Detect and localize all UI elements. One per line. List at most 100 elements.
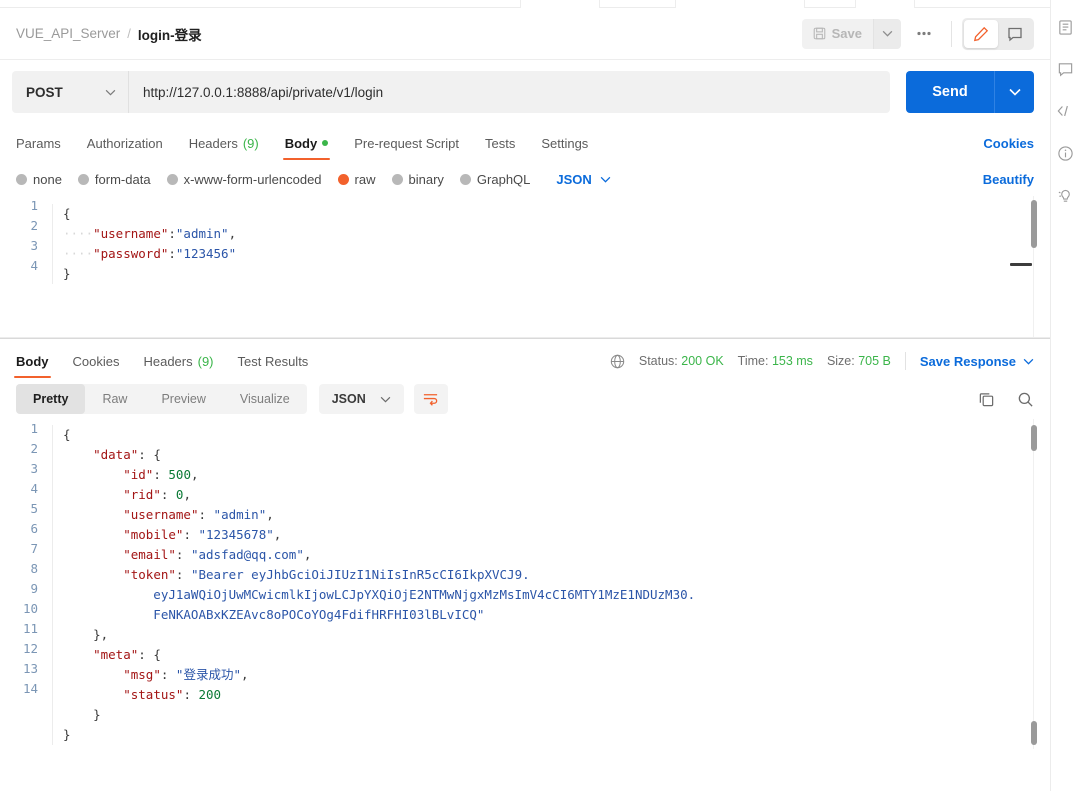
request-body-editor[interactable]: 1234 {····"username":"admin", ····"passwo…	[0, 196, 1050, 318]
code-line[interactable]: "status": 200	[63, 685, 1050, 705]
lightbulb-icon[interactable]	[1057, 186, 1075, 204]
save-response-button[interactable]: Save Response	[920, 354, 1034, 369]
code-line[interactable]: "token": "Bearer eyJhbGciOiJIUzI1NiIsInR…	[63, 565, 1050, 585]
format-raw[interactable]: Raw	[85, 384, 144, 414]
beautify-button[interactable]: Beautify	[983, 172, 1034, 187]
code-token: ,	[266, 507, 274, 522]
code-token: ,	[190, 467, 199, 482]
code-line[interactable]: "msg": "登录成功",	[63, 665, 1050, 685]
tab-tests[interactable]: Tests	[485, 124, 515, 162]
format-visualize[interactable]: Visualize	[223, 384, 307, 414]
code-token: eyJ1aWQiOjUwMCwicmlkIjowLCJpYXQiOjE2NTMw…	[63, 587, 696, 602]
line-number: 2	[30, 441, 38, 456]
body-type-binary[interactable]: binary	[391, 171, 444, 187]
cookies-link[interactable]: Cookies	[983, 136, 1034, 151]
body-format-selector[interactable]: JSON	[556, 172, 611, 187]
search-icon[interactable]	[1017, 391, 1034, 408]
tab-headers[interactable]: Headers (9)	[189, 124, 259, 162]
tab-pre-request-script[interactable]: Pre-request Script	[354, 124, 459, 162]
comment-icon[interactable]	[1057, 60, 1075, 78]
radio-icon-selected	[337, 173, 349, 185]
tab-settings[interactable]: Settings	[541, 124, 588, 162]
comment-mode-button[interactable]	[998, 20, 1032, 48]
code-line[interactable]: }	[63, 264, 1050, 284]
code-line[interactable]: "id": 500,	[63, 465, 1050, 485]
code-line[interactable]: }	[63, 705, 1050, 725]
documentation-icon[interactable]	[1057, 18, 1075, 36]
body-type-form-data[interactable]: form-data	[77, 172, 151, 187]
response-type-selector[interactable]: JSON	[318, 384, 404, 414]
line-number: 13	[22, 661, 38, 676]
code-line[interactable]: "rid": 0,	[63, 485, 1050, 505]
url-input[interactable]: http://127.0.0.1:8888/api/private/v1/log…	[129, 71, 890, 113]
radio-icon	[391, 173, 403, 185]
code-line[interactable]: eyJ1aWQiOjUwMCwicmlkIjowLCJpYXQiOjE2NTMw…	[63, 585, 1050, 605]
globe-icon	[610, 354, 625, 369]
code-icon[interactable]	[1057, 102, 1075, 120]
tab-label: Headers	[188, 135, 238, 151]
word-wrap-toggle[interactable]	[413, 384, 448, 414]
request-body-code[interactable]: {····"username":"admin", ····"password":"…	[52, 204, 1050, 284]
save-button[interactable]: Save	[801, 18, 873, 49]
code-line[interactable]: FeNKAOABxKZEAvc8oPOCoYOg4FdifHRFHI03lBLv…	[63, 605, 1050, 625]
response-scrollbar-thumb-top[interactable]	[1031, 425, 1037, 451]
request-tab-partial-1[interactable]	[520, 0, 600, 8]
more-actions-button[interactable]	[907, 19, 941, 49]
code-line[interactable]: ····"password":"123456"	[63, 244, 1050, 264]
request-gutter: 1 2 3 4	[0, 196, 52, 276]
code-token: "admin"	[213, 507, 267, 522]
response-body-code[interactable]: { "data": { "id": 500, "rid": 0, "userna…	[52, 425, 1050, 745]
code-token: :	[168, 226, 176, 241]
code-line[interactable]: }	[63, 725, 1050, 745]
code-line[interactable]: {	[63, 425, 1050, 445]
body-type-none[interactable]: none	[16, 172, 62, 187]
request-tab-partial-3[interactable]	[855, 0, 915, 8]
body-type-raw[interactable]: raw	[337, 171, 376, 187]
format-preview[interactable]: Preview	[144, 384, 222, 414]
code-line[interactable]: },	[63, 625, 1050, 645]
response-tab-cookies[interactable]: Cookies	[73, 342, 120, 380]
request-scrollbar-thumb[interactable]	[1031, 200, 1037, 248]
code-line[interactable]: ····"username":"admin",	[63, 224, 1050, 244]
body-type-urlencoded[interactable]: x-www-form-urlencoded	[166, 172, 322, 187]
tab-params[interactable]: Params	[16, 124, 61, 162]
request-tab-partial-2[interactable]	[675, 0, 805, 8]
chevron-down-icon	[380, 396, 391, 403]
code-line[interactable]: "meta": {	[63, 645, 1050, 665]
response-tab-test-results[interactable]: Test Results	[238, 342, 309, 380]
copy-icon[interactable]	[978, 391, 995, 408]
code-token: :	[183, 527, 199, 542]
response-tab-body[interactable]: Body	[14, 342, 50, 380]
body-type-label: binary	[408, 171, 444, 187]
format-pretty[interactable]: Pretty	[16, 384, 86, 414]
send-options-caret[interactable]	[994, 71, 1034, 113]
code-line[interactable]: {	[63, 204, 1050, 224]
code-token: "password"	[93, 246, 169, 261]
code-line[interactable]: "username": "admin",	[63, 505, 1050, 525]
method-selector[interactable]: POST	[12, 71, 129, 113]
info-icon[interactable]	[1057, 144, 1075, 162]
divider	[951, 20, 952, 47]
response-scroll-track[interactable]	[1033, 419, 1034, 749]
code-token: "msg"	[123, 667, 161, 682]
edit-mode-button[interactable]	[964, 19, 998, 48]
response-body-editor[interactable]: 1 2 3 4 5 6 7 8 9 10 11 12 13 14 { "data": { "id": 50…	[0, 419, 1050, 749]
breadcrumb-collection[interactable]: VUE_API_Server	[16, 26, 120, 41]
pane-splitter[interactable]	[0, 338, 1050, 339]
editor-resize-handle[interactable]	[1010, 263, 1032, 266]
send-button[interactable]: Send	[906, 71, 994, 113]
body-type-graphql[interactable]: GraphQL	[459, 172, 530, 187]
tab-body[interactable]: Body	[282, 124, 330, 162]
code-line[interactable]: "mobile": "12345678",	[63, 525, 1050, 545]
code-line[interactable]: "data": {	[63, 445, 1050, 465]
tab-authorization[interactable]: Authorization	[87, 124, 163, 162]
line-number: 9	[30, 581, 38, 596]
body-type-label: raw	[354, 171, 376, 187]
response-tab-headers[interactable]: Headers (9)	[143, 342, 213, 380]
response-scrollbar-thumb-bottom[interactable]	[1031, 721, 1037, 745]
save-options-caret[interactable]	[873, 18, 901, 49]
code-line[interactable]: "email": "adsfad@qq.com",	[63, 545, 1050, 565]
